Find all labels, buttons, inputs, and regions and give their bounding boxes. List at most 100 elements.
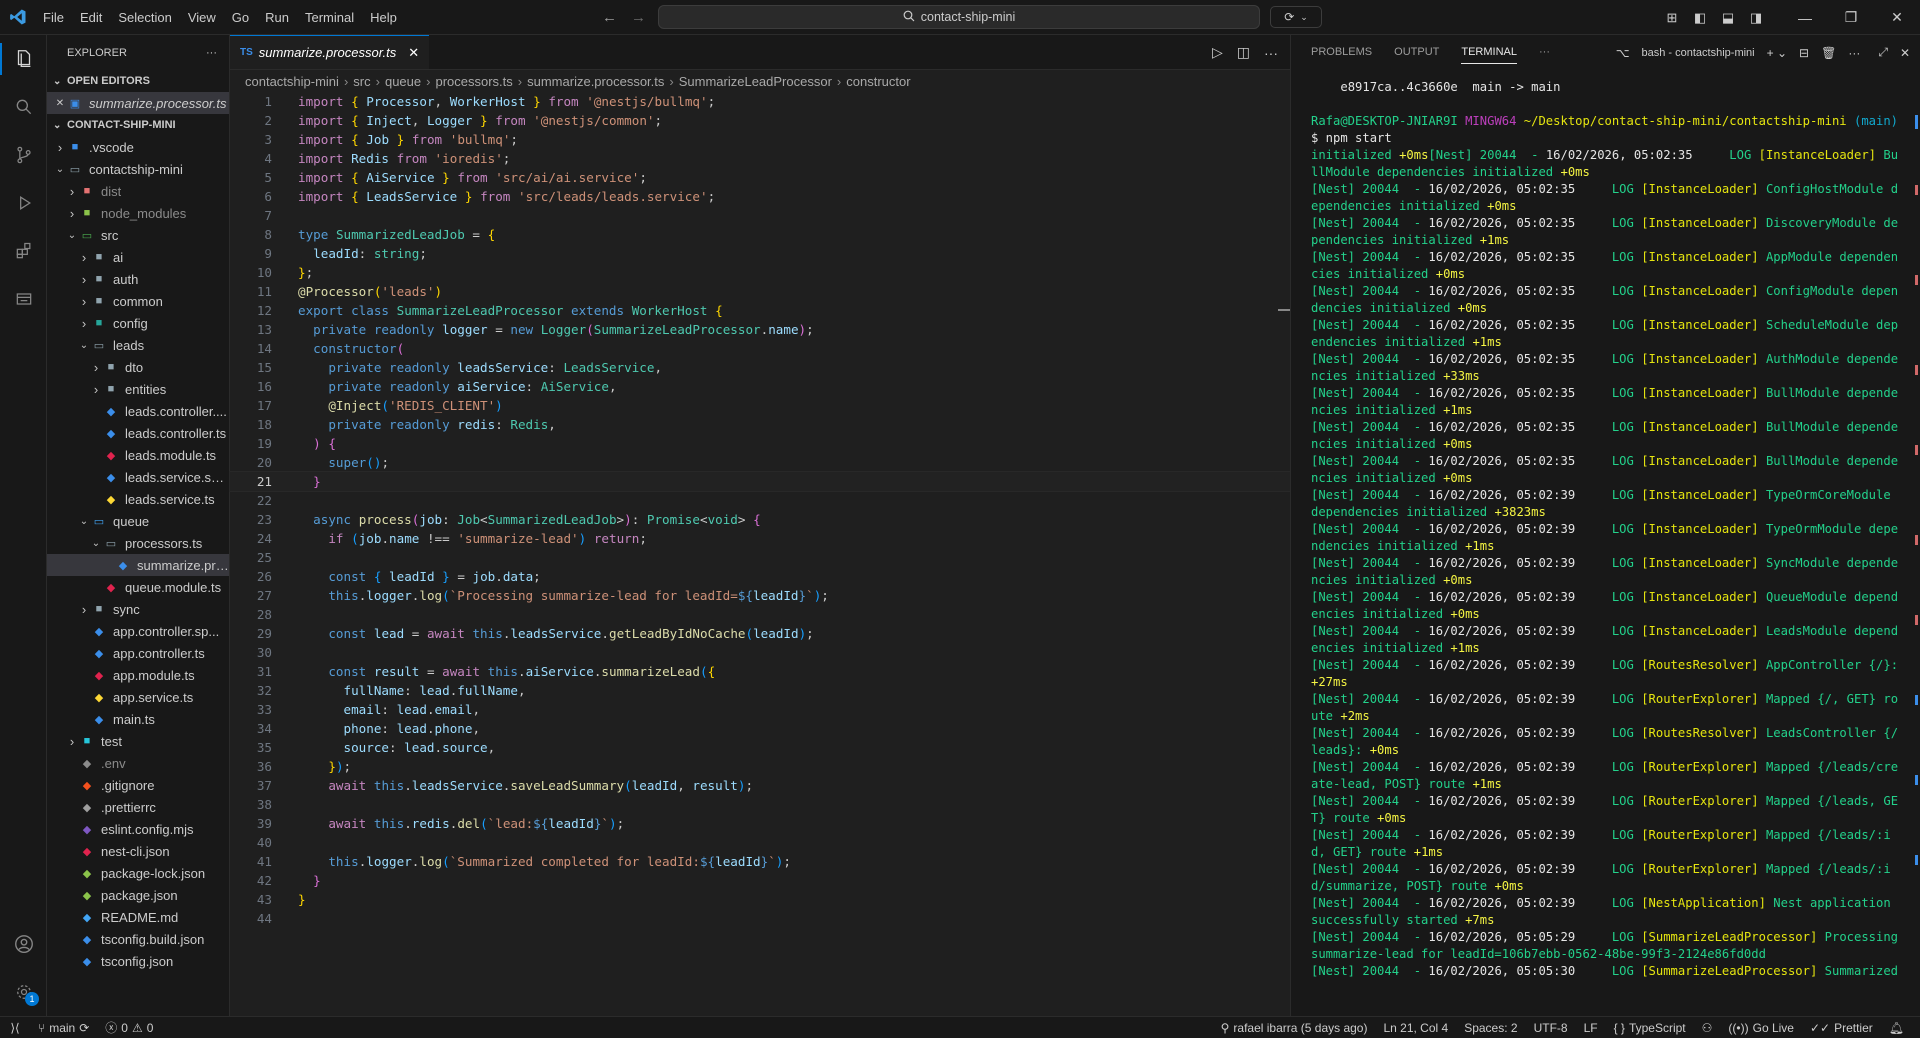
- more-panels-icon[interactable]: ···: [1539, 35, 1550, 70]
- tree-file[interactable]: ◆ app.controller.ts: [47, 642, 229, 664]
- split-editor-icon[interactable]: ◫: [1237, 44, 1250, 61]
- tree-file[interactable]: ◆ leads.module.ts: [47, 444, 229, 466]
- code-line[interactable]: 30: [230, 643, 1290, 662]
- tree-file[interactable]: ◆ README.md: [47, 906, 229, 928]
- tree-file[interactable]: ◆ tsconfig.json: [47, 950, 229, 972]
- tree-folder[interactable]: › ■ dist: [47, 180, 229, 202]
- tree-file[interactable]: ◆ summarize.pro...: [47, 554, 229, 576]
- code-line[interactable]: 32 fullName: lead.fullName,: [230, 681, 1290, 700]
- tree-file[interactable]: ◆ leads.controller....: [47, 400, 229, 422]
- code-line[interactable]: 5 import { AiService } from 'src/ai/ai.se…: [230, 168, 1290, 187]
- tree-file[interactable]: ◆ queue.module.ts: [47, 576, 229, 598]
- tab-output[interactable]: OUTPUT: [1394, 35, 1439, 70]
- search-icon[interactable]: [0, 83, 47, 131]
- open-editors-section[interactable]: ⌄ OPEN EDITORS: [47, 70, 229, 92]
- code-line[interactable]: 39 await this.redis.del(`lead:${leadId}`…: [230, 814, 1290, 833]
- more-actions-icon[interactable]: ···: [206, 47, 217, 59]
- code-line[interactable]: 42 }: [230, 871, 1290, 890]
- breadcrumb-item[interactable]: constructor: [846, 74, 910, 89]
- code-line[interactable]: 8 type SummarizedLeadJob = {: [230, 225, 1290, 244]
- prettier-status[interactable]: ✓✓ Prettier: [1802, 1021, 1881, 1035]
- problems-status[interactable]: ⓧ 0 ⚠ 0: [97, 1019, 161, 1036]
- manage-gear-icon[interactable]: 1: [0, 968, 47, 1016]
- code-line[interactable]: 35 source: lead.source,: [230, 738, 1290, 757]
- code-line[interactable]: 44: [230, 909, 1290, 928]
- code-line[interactable]: 22: [230, 491, 1290, 510]
- tree-file[interactable]: ◆ .gitignore: [47, 774, 229, 796]
- tab-terminal[interactable]: TERMINAL: [1461, 35, 1517, 70]
- run-debug-icon[interactable]: [0, 179, 47, 227]
- code-line[interactable]: 18 private readonly redis: Redis,: [230, 415, 1290, 434]
- open-editor-item[interactable]: ✕ ▣ summarize.processor.ts: [47, 92, 229, 114]
- close-tab-icon[interactable]: ✕: [408, 45, 419, 61]
- code-line[interactable]: 6 import { LeadsService } from 'src/leads…: [230, 187, 1290, 206]
- code-line[interactable]: 43}: [230, 890, 1290, 909]
- tree-file[interactable]: ◆ leads.service.ts: [47, 488, 229, 510]
- code-line[interactable]: 14 constructor(: [230, 339, 1290, 358]
- tab-summarize-processor[interactable]: TS summarize.processor.ts ✕: [230, 35, 430, 69]
- code-line[interactable]: 21 }: [229, 471, 1291, 492]
- tree-file[interactable]: ◆ .env: [47, 752, 229, 774]
- code-line[interactable]: 17 @Inject('REDIS_CLIENT'): [230, 396, 1290, 415]
- command-center-search[interactable]: contact-ship-mini: [658, 5, 1260, 29]
- code-line[interactable]: 20 super();: [230, 453, 1290, 472]
- tree-folder[interactable]: › ■ sync: [47, 598, 229, 620]
- copilot-button[interactable]: ⟳ ⌄: [1270, 6, 1322, 28]
- close-icon[interactable]: ✕: [53, 98, 67, 109]
- code-line[interactable]: 3 import { Job } from 'bullmq';: [230, 130, 1290, 149]
- tree-folder[interactable]: › ■ .vscode: [47, 136, 229, 158]
- cursor-position[interactable]: Ln 21, Col 4: [1375, 1021, 1456, 1035]
- remote-explorer-icon[interactable]: [0, 275, 47, 323]
- terminal-output[interactable]: e8917ca..4c3660e main -> main Rafa@DESKT…: [1311, 79, 1901, 979]
- tree-file[interactable]: ◆ leads.service.spe...: [47, 466, 229, 488]
- code-line[interactable]: 25: [230, 548, 1290, 567]
- code-line[interactable]: 16 private readonly aiService: AiService…: [230, 377, 1290, 396]
- tree-file[interactable]: ◆ package.json: [47, 884, 229, 906]
- git-blame-status[interactable]: ⚲ rafael ibarra (5 days ago): [1213, 1021, 1376, 1035]
- tree-file[interactable]: ◆ app.controller.sp...: [47, 620, 229, 642]
- code-line[interactable]: 34 phone: lead.phone,: [230, 719, 1290, 738]
- code-line[interactable]: 2 import { Inject, Logger } from '@nestjs…: [230, 111, 1290, 130]
- copilot-status-icon[interactable]: ⚇: [1694, 1021, 1721, 1035]
- menu-item-run[interactable]: Run: [257, 0, 297, 35]
- menu-item-help[interactable]: Help: [362, 0, 405, 35]
- code-line[interactable]: 41 this.logger.log(`Summarized completed…: [230, 852, 1290, 871]
- tree-file[interactable]: ◆ nest-cli.json: [47, 840, 229, 862]
- tree-folder[interactable]: › ■ dto: [47, 356, 229, 378]
- remote-icon[interactable]: ⟩⟨: [0, 1017, 30, 1038]
- tree-folder[interactable]: › ■ common: [47, 290, 229, 312]
- tree-file[interactable]: ◆ tsconfig.build.json: [47, 928, 229, 950]
- kill-terminal-icon[interactable]: 🗑: [1821, 46, 1836, 60]
- code-line[interactable]: 12 export class SummarizeLeadProcessor ex…: [230, 301, 1290, 320]
- code-line[interactable]: 13 private readonly logger = new Logger(…: [230, 320, 1290, 339]
- close-icon[interactable]: ✕: [1874, 9, 1920, 26]
- minimize-icon[interactable]: —: [1782, 10, 1828, 26]
- code-line[interactable]: 29 const lead = await this.leadsService.…: [230, 624, 1290, 643]
- customize-layout-icon[interactable]: ⊞: [1658, 10, 1686, 26]
- code-line[interactable]: 9 leadId: string;: [230, 244, 1290, 263]
- breadcrumb-item[interactable]: contactship-mini: [245, 74, 339, 89]
- tree-folder[interactable]: › ■ config: [47, 312, 229, 334]
- breadcrumb-item[interactable]: src: [353, 74, 370, 89]
- toggle-panel-icon[interactable]: ⬓: [1714, 10, 1742, 26]
- code-line[interactable]: 15 private readonly leadsService: LeadsS…: [230, 358, 1290, 377]
- extensions-icon[interactable]: [0, 227, 47, 275]
- menu-item-go[interactable]: Go: [224, 0, 257, 35]
- tree-file[interactable]: ◆ app.module.ts: [47, 664, 229, 686]
- tree-folder[interactable]: ⌄ ▭ processors.ts: [47, 532, 229, 554]
- account-icon[interactable]: [0, 920, 47, 968]
- split-terminal-icon[interactable]: ⊟: [1799, 46, 1809, 60]
- code-line[interactable]: 23 async process(job: Job<SummarizedLead…: [230, 510, 1290, 529]
- code-line[interactable]: 38: [230, 795, 1290, 814]
- indentation-status[interactable]: Spaces: 2: [1456, 1021, 1525, 1035]
- tree-file[interactable]: ◆ package-lock.json: [47, 862, 229, 884]
- branch-status[interactable]: ⑂ main ⟳: [30, 1021, 97, 1035]
- menu-item-edit[interactable]: Edit: [72, 0, 110, 35]
- tree-folder[interactable]: › ■ node_modules: [47, 202, 229, 224]
- code-line[interactable]: 1 import { Processor, WorkerHost } from '…: [230, 92, 1290, 111]
- code-line[interactable]: 26 const { leadId } = job.data;: [230, 567, 1290, 586]
- tree-file[interactable]: ◆ main.ts: [47, 708, 229, 730]
- tree-folder[interactable]: ⌄ ▭ contactship-mini: [47, 158, 229, 180]
- close-panel-icon[interactable]: ✕: [1900, 46, 1910, 60]
- code-line[interactable]: 4 import Redis from 'ioredis';: [230, 149, 1290, 168]
